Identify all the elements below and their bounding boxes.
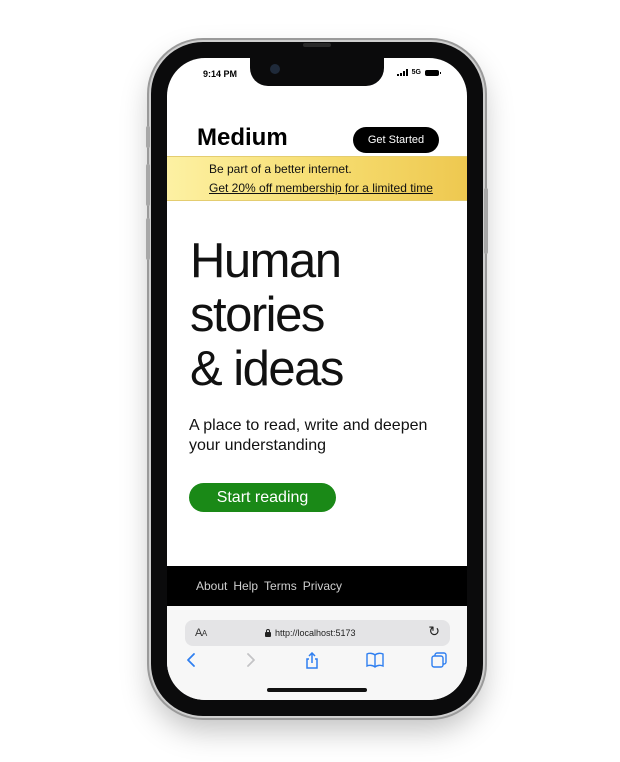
promo-link[interactable]: Get 20% off membership for a limited tim… [209, 181, 433, 195]
signal-icon [396, 69, 408, 76]
footer-link-about[interactable]: About [196, 579, 227, 593]
volume-down-button [146, 218, 150, 260]
speaker-grille [303, 43, 331, 47]
start-reading-button[interactable]: Start reading [189, 483, 336, 512]
silent-switch [146, 126, 150, 148]
promo-text: Be part of a better internet. [209, 162, 352, 176]
power-button [484, 188, 488, 254]
site-footer: About Help Terms Privacy [167, 566, 467, 606]
back-icon[interactable] [182, 652, 200, 672]
footer-link-privacy[interactable]: Privacy [303, 579, 342, 593]
camera-icon [270, 64, 280, 74]
home-indicator[interactable] [267, 688, 367, 692]
text-size-button[interactable]: AA [195, 627, 207, 639]
promo-banner: Be part of a better internet. Get 20% of… [167, 156, 467, 201]
url-display[interactable]: http://localhost:5173 [265, 628, 356, 638]
bookmarks-icon[interactable] [366, 652, 384, 672]
volume-up-button [146, 164, 150, 206]
reload-icon[interactable]: ↻ [428, 623, 440, 640]
browser-toolbar: AA http://localhost:5173 ↻ [167, 606, 467, 700]
address-bar[interactable]: AA http://localhost:5173 ↻ [185, 620, 450, 646]
hero-heading: Human stories & ideas [190, 234, 460, 396]
get-started-button[interactable]: Get Started [353, 127, 439, 153]
battery-icon [425, 69, 441, 76]
footer-link-help[interactable]: Help [233, 579, 258, 593]
site-logo[interactable]: Medium [197, 124, 288, 152]
status-indicators: 5G [396, 69, 441, 76]
hero-line: & ideas [190, 342, 344, 396]
url-text: http://localhost:5173 [275, 628, 356, 638]
share-icon[interactable] [303, 651, 321, 672]
phone-screen: 9:14 PM 5G Medium Get Started Be part of… [167, 58, 467, 700]
footer-link-terms[interactable]: Terms [264, 579, 297, 593]
tabs-icon[interactable] [430, 652, 448, 672]
forward-icon[interactable] [242, 652, 260, 672]
hero-subtitle: A place to read, write and deepen your u… [189, 417, 428, 454]
phone-frame: 9:14 PM 5G Medium Get Started Be part of… [146, 42, 488, 716]
status-time: 9:14 PM [203, 69, 238, 79]
lock-icon [265, 628, 271, 637]
site-header: Medium Get Started [167, 112, 467, 162]
hero-line: stories [190, 288, 325, 342]
hero-line: Human [190, 234, 342, 288]
notch [250, 58, 384, 86]
network-label: 5G [411, 69, 421, 76]
